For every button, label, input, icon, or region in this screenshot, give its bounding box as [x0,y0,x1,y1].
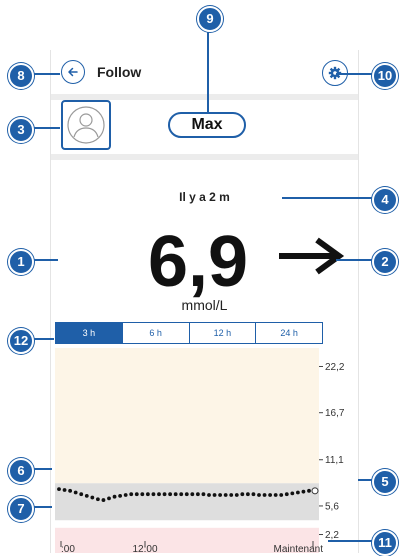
glucose-point [140,492,145,497]
callout-7: 7 [8,496,34,522]
glucose-point [157,492,161,497]
callout-1: 1 [8,249,34,275]
callout-line [336,73,372,75]
glucose-point [90,495,95,500]
glucose-point [279,493,284,497]
glucose-point [273,493,278,497]
patient-name[interactable]: Max [168,112,246,138]
profile-divider [51,154,358,160]
x-tick-label: 12:00 [132,544,157,553]
callout-3: 3 [8,117,34,143]
glucose-point [168,492,173,497]
glucose-point [218,493,223,497]
callout-9: 9 [197,6,223,32]
glucose-point [212,493,217,497]
glucose-unit: mmol/L [181,297,228,313]
glucose-point [179,492,184,497]
glucose-point [95,497,100,502]
tab-6h[interactable]: 6 h [123,323,190,343]
glucose-point [257,493,261,497]
callout-8: 8 [8,63,34,89]
glucose-point [201,492,206,497]
band-high [55,348,319,484]
avatar[interactable] [61,100,111,150]
tab-3h[interactable]: 3 h [56,323,123,343]
glucose-point [162,492,167,497]
glucose-point [295,490,300,495]
band-target [55,483,319,521]
callout-line [207,28,209,112]
app-screen: Follow Max Il y a 2 m 6,9 mmol/L 3 h6 h1… [50,50,359,553]
glucose-point [151,492,156,497]
callout-5: 5 [372,469,398,495]
glucose-point [173,492,178,497]
glucose-point [301,489,306,494]
glucose-point [284,492,289,497]
callout-line [328,540,372,542]
glucose-point [118,493,123,498]
x-tick-label: Maintenant [274,544,324,553]
glucose-point [251,492,256,497]
glucose-point [190,492,195,497]
x-tick-label: :00 [61,544,75,553]
time-range-tabs: 3 h6 h 12 h 24 h [55,322,323,344]
glucose-point [129,492,134,497]
glucose-point [268,493,273,497]
latest-reading-marker [311,487,319,495]
glucose-point [68,488,73,493]
glucose-point [107,496,111,501]
glucose-point [101,498,106,502]
arrow-right-icon [279,237,345,275]
back-button[interactable] [61,60,85,84]
callout-11: 11 [372,530,398,556]
callout-6: 6 [8,458,34,484]
glucose-point [207,493,211,497]
glucose-point [57,487,61,492]
glucose-point [223,493,228,497]
glucose-point [73,490,78,495]
glucose-point [290,491,295,496]
glucose-point [307,488,311,493]
user-avatar-icon [67,106,105,144]
glucose-point [229,493,234,497]
glucose-point [240,492,245,497]
glucose-chart: 22,216,711,15,62,2:00 12:00 Maintenant [55,348,345,553]
y-tick-label: 22,2 [325,362,345,373]
callout-line [336,259,372,261]
glucose-point [79,492,84,497]
callout-12: 12 [8,328,34,354]
glucose-point [123,493,128,497]
arrow-left-icon [68,67,78,77]
glucose-point [184,492,189,497]
glucose-point [195,492,200,497]
y-tick-label: 16,7 [325,408,345,419]
y-tick-label: 11,1 [325,455,344,466]
glucose-point [234,493,239,497]
callout-2: 2 [372,249,398,275]
glucose-point [62,488,67,492]
glucose-value: 6,9 [148,222,249,302]
callout-line [358,479,372,481]
y-tick-label: 5,6 [325,501,339,512]
header: Follow [51,50,358,96]
callout-10: 10 [372,63,398,89]
glucose-point [134,492,139,497]
callout-4: 4 [372,187,398,213]
page-title: Follow [97,64,142,80]
callout-line [282,197,372,199]
tab-12h[interactable]: 12 h [190,323,257,343]
glucose-point [262,493,267,497]
glucose-point [84,493,89,498]
tab-24h[interactable]: 24 h [256,323,322,343]
glucose-point [112,494,117,499]
glucose-point [145,492,150,497]
glucose-point [245,492,250,497]
